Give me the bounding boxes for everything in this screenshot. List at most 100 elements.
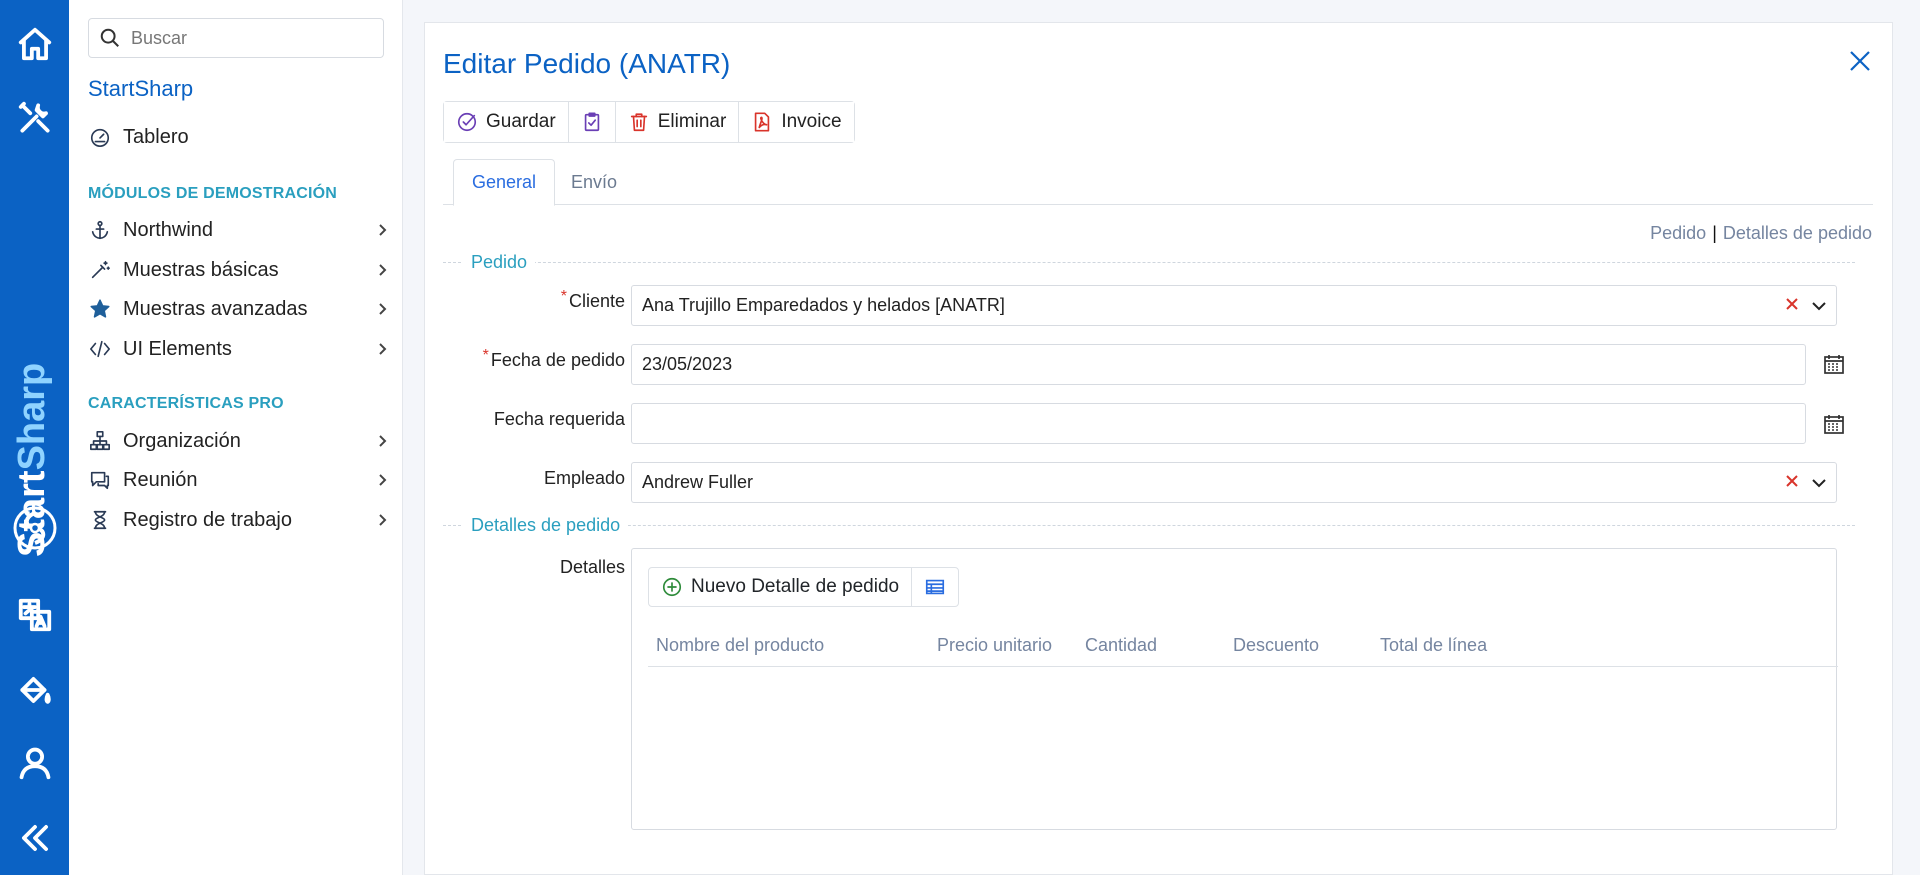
category-link-details[interactable]: Detalles de pedido — [1723, 223, 1872, 243]
translate-icon[interactable] — [0, 585, 69, 645]
sidebar-item-label: Muestras básicas — [123, 258, 279, 281]
dialog-tabs: General Envío — [443, 159, 1873, 206]
tab-shipping[interactable]: Envío — [553, 159, 635, 205]
anchor-icon — [88, 218, 112, 242]
calendar-icon[interactable] — [1823, 413, 1849, 439]
grid-header: Nombre del producto Precio unitario Cant… — [648, 625, 1838, 667]
category-title: Detalles de pedido — [461, 515, 629, 536]
customer-label: * Cliente — [425, 288, 625, 312]
sidebar-item-label: Northwind — [123, 218, 214, 241]
sidebar-section-pro: CARACTERÍSTICAS PRO — [88, 395, 284, 412]
category-header-details: Detalles de pedido — [443, 515, 1855, 536]
employee-select[interactable]: Andrew Fuller — [631, 462, 1837, 503]
required-date-field[interactable] — [631, 403, 1806, 444]
hourglass-icon — [88, 508, 112, 532]
customer-select[interactable]: Ana Trujillo Emparedados y helados [ANAT… — [631, 285, 1837, 326]
clear-icon[interactable] — [1784, 296, 1800, 312]
chevron-down-icon[interactable] — [1810, 474, 1828, 492]
chevron-down-icon[interactable] — [1810, 297, 1828, 315]
save-button[interactable]: Guardar — [444, 102, 569, 142]
sidebar: StartSharp Tablero MÓDULOS DE DEMOSTRACI… — [69, 0, 403, 875]
sidebar-item-organization[interactable]: Organización — [88, 424, 390, 458]
startsharp-logo-icon — [12, 505, 58, 551]
column-header-discount[interactable]: Descuento — [1233, 635, 1319, 656]
category-header-order: Pedido — [443, 252, 1855, 273]
clipboard-check-icon — [584, 112, 599, 132]
chevron-right-icon — [376, 223, 390, 237]
sidebar-item-label: UI Elements — [123, 337, 232, 360]
code-icon — [88, 337, 112, 361]
sidebar-item-advanced-samples[interactable]: Muestras avanzadas — [88, 292, 390, 326]
tools-icon[interactable] — [0, 88, 69, 148]
chevron-right-icon — [376, 513, 390, 527]
order-date-label: * Fecha de pedido — [425, 347, 625, 371]
customer-label-text: Cliente — [568, 291, 625, 311]
clear-icon[interactable] — [1784, 473, 1800, 489]
sidebar-item-dashboard[interactable]: Tablero — [88, 120, 390, 154]
invoice-label: Invoice — [781, 111, 842, 132]
invoice-button[interactable]: Invoice — [739, 102, 854, 142]
app-rail: StartSharp — [0, 0, 69, 875]
chevron-right-icon — [376, 302, 390, 316]
close-icon[interactable] — [1846, 47, 1874, 75]
column-header-product[interactable]: Nombre del producto — [656, 635, 824, 656]
sidebar-item-meeting[interactable]: Reunión — [88, 463, 390, 497]
org-chart-icon — [88, 429, 112, 453]
category-link-separator: | — [1712, 223, 1717, 243]
sidebar-item-label: Registro de trabajo — [123, 508, 292, 531]
order-date-field[interactable] — [631, 344, 1806, 385]
search-icon — [100, 28, 119, 47]
chevron-right-icon — [376, 434, 390, 448]
tab-general[interactable]: General — [453, 159, 556, 206]
sidebar-brand-title[interactable]: StartSharp — [88, 76, 193, 102]
required-date-label: Fecha requerida — [493, 409, 625, 429]
column-picker-button[interactable] — [912, 568, 958, 606]
chevron-right-icon — [376, 263, 390, 277]
home-icon[interactable] — [0, 14, 69, 74]
search-input[interactable] — [131, 27, 371, 49]
sidebar-item-northwind[interactable]: Northwind — [88, 213, 390, 247]
category-title: Pedido — [461, 252, 536, 273]
sidebar-item-ui-elements[interactable]: UI Elements — [88, 332, 390, 366]
sidebar-item-label: Tablero — [123, 125, 189, 148]
details-toolbar: Nuevo Detalle de pedido — [648, 567, 960, 607]
gauge-icon — [88, 125, 112, 149]
sidebar-item-basic-samples[interactable]: Muestras básicas — [88, 253, 390, 287]
sidebar-item-work-log[interactable]: Registro de trabajo — [88, 503, 390, 537]
paint-bucket-icon[interactable] — [0, 660, 69, 720]
details-grid: Nuevo Detalle de pedido Nombre del produ… — [631, 548, 1838, 830]
category-links: Pedido | Detalles de pedido — [1650, 223, 1872, 244]
delete-button[interactable]: Eliminar — [615, 102, 740, 142]
order-date-input[interactable] — [642, 354, 1805, 375]
column-header-line-total[interactable]: Total de línea — [1380, 635, 1487, 656]
sidebar-section-demo: MÓDULOS DE DEMOSTRACIÓN — [88, 185, 338, 202]
sidebar-item-label: Organización — [123, 429, 241, 452]
search-box[interactable] — [88, 18, 384, 58]
add-detail-button[interactable]: Nuevo Detalle de pedido — [649, 568, 913, 606]
sidebar-item-label: Muestras avanzadas — [123, 297, 308, 320]
category-link-order[interactable]: Pedido — [1650, 223, 1706, 243]
add-detail-label: Nuevo Detalle de pedido — [691, 576, 900, 597]
magic-wand-icon — [88, 258, 112, 282]
chevron-right-icon — [376, 342, 390, 356]
employee-label: Empleado — [543, 468, 625, 488]
required-marker: * — [482, 347, 489, 364]
chevron-right-icon — [376, 473, 390, 487]
chat-icon — [88, 468, 112, 492]
dialog-toolbar: Guardar Eliminar Invoice — [443, 101, 855, 143]
order-date-label-text: Fecha de pedido — [490, 350, 625, 370]
plus-circle-icon — [662, 577, 682, 597]
user-icon[interactable] — [0, 733, 69, 793]
order-dialog: Editar Pedido (ANATR) Guardar Eliminar I… — [424, 22, 1893, 875]
column-header-unit-price[interactable]: Precio unitario — [937, 635, 1052, 656]
column-header-quantity[interactable]: Cantidad — [1085, 635, 1157, 656]
pdf-icon — [755, 112, 770, 132]
page-title: Editar Pedido (ANATR) — [443, 48, 731, 79]
required-marker: * — [560, 288, 567, 305]
required-date-input[interactable] — [642, 413, 1805, 434]
apply-changes-button[interactable] — [568, 102, 616, 142]
save-label: Guardar — [486, 111, 556, 132]
calendar-icon[interactable] — [1823, 353, 1849, 379]
collapse-icon[interactable] — [0, 808, 69, 868]
customer-value: Ana Trujillo Emparedados y helados [ANAT… — [642, 295, 1005, 315]
